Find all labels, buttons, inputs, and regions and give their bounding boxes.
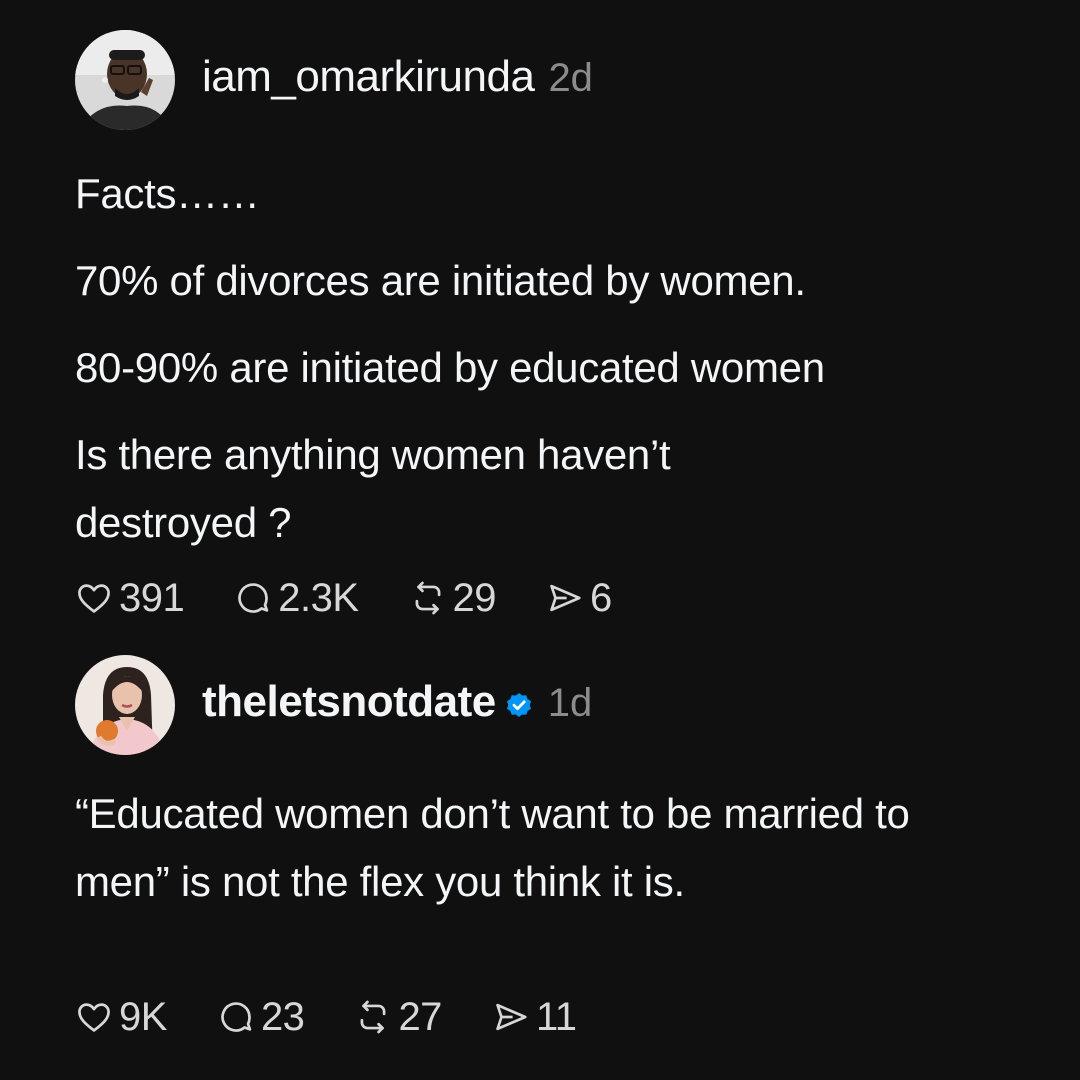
repost-button[interactable]: 29 (409, 576, 497, 621)
share-icon (550, 584, 581, 612)
comment-icon (221, 1002, 252, 1032)
reply-count: 23 (260, 994, 305, 1039)
share-button[interactable]: 6 (546, 576, 612, 621)
repost-icon (415, 581, 440, 615)
timestamp: 2d (548, 56, 593, 100)
repost-count: 29 (452, 575, 497, 620)
timestamp: 1d (547, 681, 593, 725)
post-text: 80-90% are initiated by educated women (75, 344, 825, 391)
comment-icon (238, 583, 269, 613)
like-count: 391 (119, 575, 185, 620)
reply-button[interactable]: 2.3K (234, 575, 359, 621)
post-body: “Educated women don’t want to be married… (75, 780, 1035, 916)
repost-count: 27 (398, 994, 442, 1039)
post-header: iam_omarkirunda 2d (202, 52, 593, 108)
verified-badge-icon (506, 693, 531, 717)
heart-icon (78, 1003, 110, 1032)
post-text: “Educated women don’t want to be married… (75, 790, 910, 905)
like-button[interactable]: 391 (75, 575, 185, 621)
post-text: 70% of divorces are initiated by women. (75, 257, 806, 304)
heart-icon (78, 584, 110, 613)
post-body: Facts…… 70% of divorces are initiated by… (75, 160, 1035, 576)
action-bar: 391 2.3K 29 6 (75, 573, 662, 623)
post-text: Facts…… (75, 170, 260, 217)
avatar[interactable] (75, 30, 175, 130)
username[interactable]: theletsnotdate (202, 677, 496, 727)
reply-button[interactable]: 23 (217, 995, 305, 1040)
action-bar: 9K 23 27 11 (75, 992, 626, 1042)
share-icon (496, 1003, 527, 1031)
share-count: 11 (535, 994, 577, 1039)
username[interactable]: iam_omarkirunda (202, 52, 535, 102)
avatar[interactable] (75, 655, 175, 755)
post-text: Is there anything women haven’t destroye… (75, 431, 671, 546)
like-count: 9K (119, 994, 167, 1039)
repost-icon (361, 1000, 386, 1034)
repost-button[interactable]: 27 (354, 995, 442, 1040)
share-count: 6 (590, 575, 612, 620)
share-button[interactable]: 11 (492, 995, 577, 1040)
like-button[interactable]: 9K (75, 995, 167, 1040)
post-header: theletsnotdate 1d (202, 677, 592, 733)
reply-count: 2.3K (278, 575, 359, 620)
